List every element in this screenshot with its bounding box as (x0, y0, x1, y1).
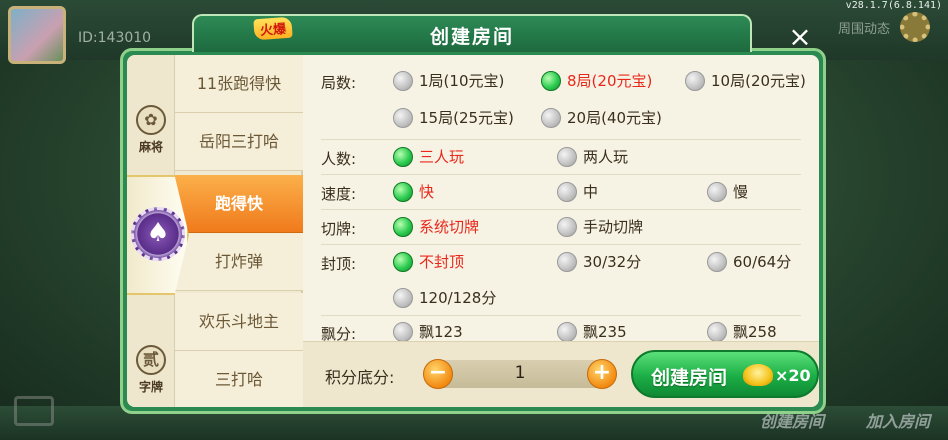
base-score-value: 1 (514, 363, 526, 383)
zipai-icon: 贰 (136, 345, 166, 375)
radio-selected-icon (541, 70, 561, 91)
minus-button[interactable]: − (423, 359, 453, 389)
radio-icon (707, 251, 727, 272)
divider (321, 209, 801, 210)
radio-selected-icon (393, 181, 413, 202)
radio-selected-icon (393, 146, 413, 167)
float-option-123[interactable]: 飘123 (393, 321, 463, 342)
radio-icon (707, 181, 727, 202)
bg-corner-text: 周围动态 (837, 22, 890, 37)
radio-icon (707, 321, 727, 342)
version-label: v28.1.7(6.8.141) (845, 0, 942, 11)
speed-option-slow[interactable]: 慢 (707, 181, 748, 202)
close-icon[interactable]: × (784, 22, 816, 54)
radio-icon (685, 70, 705, 91)
create-room-bar: 积分底分: − 1 + 创建房间 ×20 (303, 341, 819, 407)
category-mahjong[interactable]: ✿ 麻将 (127, 105, 175, 155)
game-item-dazhadan[interactable]: 打炸弹 (175, 233, 303, 291)
cap-label: 封顶: (321, 255, 357, 273)
cap-option-30[interactable]: 30/32分 (557, 251, 641, 272)
rounds-label: 局数: (321, 74, 357, 92)
create-cost: ×20 (775, 366, 811, 385)
category-label: 麻将 (138, 140, 163, 154)
poker-chip-icon[interactable]: ♠ (131, 207, 185, 261)
cap-option-60[interactable]: 60/64分 (707, 251, 791, 272)
radio-icon (541, 107, 561, 128)
players-option-3[interactable]: 三人玩 (393, 146, 464, 167)
float-option-258[interactable]: 飘258 (707, 321, 777, 342)
radio-icon (393, 70, 413, 91)
radio-icon (557, 181, 577, 202)
cap-option-120[interactable]: 120/128分 (393, 287, 496, 308)
rounds-option-1[interactable]: 1局(10元宝) (393, 70, 504, 91)
rounds-option-10[interactable]: 10局(20元宝) (685, 70, 806, 91)
radio-selected-icon (393, 251, 413, 272)
rounds-option-20[interactable]: 20局(40元宝) (541, 107, 662, 128)
radio-icon (557, 146, 577, 167)
shop-cart-icon[interactable] (14, 396, 54, 426)
mahjong-icon: ✿ (136, 105, 166, 135)
speed-label: 速度: (321, 185, 357, 203)
radio-icon (557, 321, 577, 342)
players-option-2[interactable]: 两人玩 (557, 146, 628, 167)
gold-ingot-icon (743, 364, 773, 386)
radio-icon (557, 216, 577, 237)
radio-selected-icon (393, 216, 413, 237)
base-score-stepper: − 1 + (423, 359, 617, 389)
cut-option-manual[interactable]: 手动切牌 (557, 216, 643, 237)
dialog-body: ✿ 麻将 贰 字牌 11张跑得快 岳阳三打哈 跑得快 打炸弹 欢乐斗地主 三打哈… (127, 55, 819, 407)
base-score-label: 积分底分: (325, 368, 395, 387)
divider (321, 315, 801, 316)
speed-option-medium[interactable]: 中 (557, 181, 598, 202)
divider (321, 244, 801, 245)
category-label: 字牌 (138, 380, 163, 394)
bg-join-room-button[interactable]: 加入房间 (866, 408, 930, 432)
radio-icon (393, 107, 413, 128)
avatar[interactable] (8, 6, 66, 64)
rounds-option-15[interactable]: 15局(25元宝) (393, 107, 514, 128)
radio-icon (393, 287, 413, 308)
dialog-frame: ✿ 麻将 贰 字牌 11张跑得快 岳阳三打哈 跑得快 打炸弹 欢乐斗地主 三打哈… (120, 48, 826, 414)
game-item-paodekuai[interactable]: 跑得快 (175, 175, 303, 233)
speed-option-fast[interactable]: 快 (393, 181, 434, 202)
create-room-label: 创建房间 (651, 367, 728, 389)
divider (321, 139, 801, 140)
game-item-sandaha[interactable]: 三打哈 (175, 351, 303, 407)
create-room-button[interactable]: 创建房间 ×20 (631, 350, 819, 398)
radio-icon (557, 251, 577, 272)
divider (321, 174, 801, 175)
plus-button[interactable]: + (587, 359, 617, 389)
cut-option-system[interactable]: 系统切牌 (393, 216, 479, 237)
room-options: 局数: 1局(10元宝) 8局(20元宝) 10局(20元宝) 15局(25元宝… (309, 55, 819, 343)
rounds-option-8[interactable]: 8局(20元宝) (541, 70, 652, 91)
cut-label: 切牌: (321, 220, 357, 238)
float-option-235[interactable]: 飘235 (557, 321, 627, 342)
cap-option-none[interactable]: 不封顶 (393, 251, 464, 272)
hot-badge: 火爆 (253, 16, 293, 41)
game-list: 11张跑得快 岳阳三打哈 跑得快 打炸弹 欢乐斗地主 三打哈 (175, 55, 303, 407)
gear-icon[interactable] (900, 12, 930, 42)
radio-icon (393, 321, 413, 342)
create-room-dialog: ✿ 麻将 贰 字牌 11张跑得快 岳阳三打哈 跑得快 打炸弹 欢乐斗地主 三打哈… (120, 14, 826, 414)
players-label: 人数: (321, 150, 357, 168)
game-item-11zhang[interactable]: 11张跑得快 (175, 55, 303, 113)
game-item-doudizhu[interactable]: 欢乐斗地主 (175, 293, 303, 351)
category-zipai[interactable]: 贰 字牌 (127, 345, 175, 395)
game-item-yueyang[interactable]: 岳阳三打哈 (175, 113, 303, 171)
